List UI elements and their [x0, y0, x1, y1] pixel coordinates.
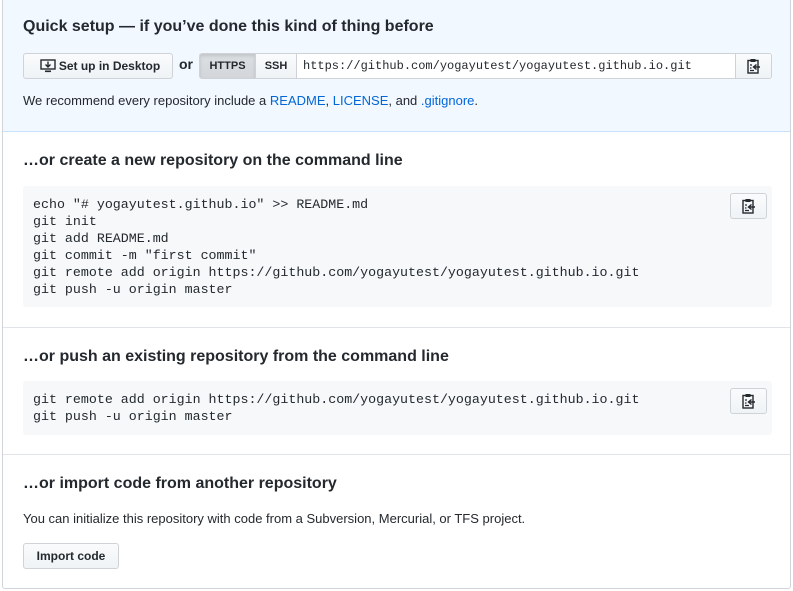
recommend-prefix: We recommend every repository include a — [23, 93, 270, 108]
push-repo-title: …or push an existing repository from the… — [23, 348, 449, 365]
clippy-icon — [746, 58, 761, 74]
import-code-button[interactable]: Import code — [23, 543, 119, 569]
import-repo-section: …or import code from another repository … — [3, 455, 790, 588]
clone-url-input[interactable] — [297, 54, 735, 78]
code-line: echo "# yogayutest.github.io" >> README.… — [33, 197, 369, 212]
recommend-text: We recommend every repository include a … — [23, 93, 478, 108]
copy-push-commands-button[interactable] — [730, 388, 767, 414]
create-repo-title: …or create a new repository on the comma… — [23, 152, 403, 169]
clone-url-group: HTTPS SSH — [199, 53, 772, 79]
code-line: git add README.md — [33, 231, 169, 246]
desktop-download-icon — [40, 59, 56, 73]
code-line: git push -u origin master — [33, 282, 233, 297]
license-link[interactable]: LICENSE — [333, 93, 389, 108]
recommend-suffix: . — [474, 93, 479, 108]
import-repo-title: …or import code from another repository — [23, 475, 337, 492]
code-line: git remote add origin https://github.com… — [33, 392, 640, 407]
code-line: git remote add origin https://github.com… — [33, 265, 640, 280]
repo-setup-panel: Quick setup — if you’ve done this kind o… — [2, 0, 791, 589]
clippy-icon — [741, 393, 756, 409]
clippy-icon — [741, 198, 756, 214]
https-toggle[interactable]: HTTPS — [200, 54, 256, 78]
setup-in-desktop-label: Set up in Desktop — [58, 59, 161, 73]
gitignore-link[interactable]: .gitignore — [421, 93, 474, 108]
import-description: You can initialize this repository with … — [23, 511, 526, 526]
create-repo-code: echo "# yogayutest.github.io" >> README.… — [23, 186, 772, 307]
create-repo-section: …or create a new repository on the comma… — [3, 132, 790, 328]
recommend-sep1: , — [325, 93, 333, 108]
or-label: or — [179, 56, 193, 72]
setup-in-desktop-button[interactable]: Set up in Desktop — [23, 53, 173, 79]
recommend-sep2: , and — [388, 93, 421, 108]
code-line: git push -u origin master — [33, 409, 233, 424]
readme-link[interactable]: README — [270, 93, 326, 108]
quick-setup-title: Quick setup — if you’ve done this kind o… — [23, 18, 434, 35]
copy-create-commands-button[interactable] — [730, 193, 767, 219]
push-repo-section: …or push an existing repository from the… — [3, 328, 790, 455]
copy-url-button[interactable] — [735, 54, 771, 78]
ssh-toggle[interactable]: SSH — [256, 54, 297, 78]
push-repo-code: git remote add origin https://github.com… — [23, 381, 772, 435]
code-line: git commit -m "first commit" — [33, 248, 257, 263]
quick-setup-section: Quick setup — if you’ve done this kind o… — [3, 0, 790, 132]
code-line: git init — [33, 214, 97, 229]
